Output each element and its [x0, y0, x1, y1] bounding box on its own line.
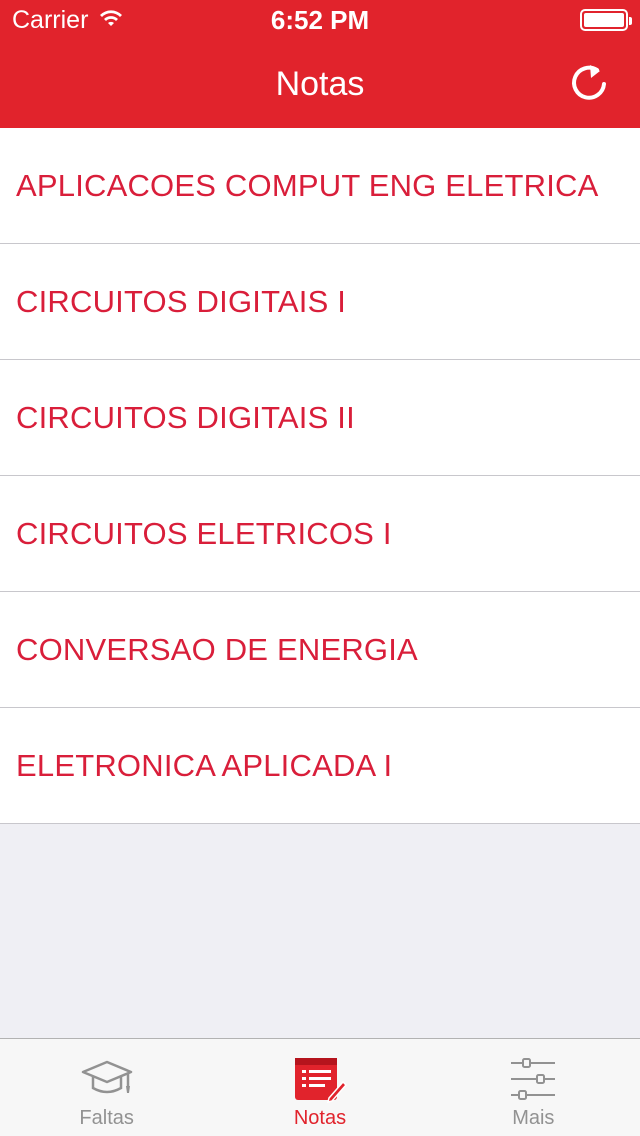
tab-label: Mais — [512, 1107, 555, 1129]
list-item[interactable]: CIRCUITOS ELETRICOS I — [0, 476, 640, 592]
list-item[interactable]: ELETRONICA APLICADA I — [0, 708, 640, 824]
carrier-label: Carrier — [12, 5, 89, 34]
list-item[interactable]: CIRCUITOS DIGITAIS II — [0, 360, 640, 476]
subject-label: ELETRONICA APLICADA I — [16, 747, 393, 783]
navigation-bar: Notas — [0, 40, 640, 128]
refresh-icon — [572, 65, 606, 100]
list-item[interactable]: CONVERSAO DE ENERGIA — [0, 592, 640, 708]
tab-faltas[interactable]: Faltas — [0, 1039, 213, 1136]
tab-notas[interactable]: Notas — [213, 1039, 426, 1136]
subject-label: APLICACOES COMPUT ENG ELETRICA — [16, 167, 599, 203]
subject-label: CIRCUITOS ELETRICOS I — [16, 515, 392, 551]
list-item[interactable]: APLICACOES COMPUT ENG ELETRICA — [0, 128, 640, 244]
status-bar: Carrier 6:52 PM — [0, 0, 640, 40]
status-left: Carrier — [12, 6, 124, 35]
subject-label: CIRCUITOS DIGITAIS I — [16, 283, 347, 319]
wifi-icon — [98, 6, 124, 35]
tab-label: Faltas — [79, 1107, 134, 1129]
refresh-button[interactable] — [568, 60, 612, 104]
notes-pencil-icon — [293, 1053, 347, 1105]
graduation-cap-icon — [80, 1053, 134, 1105]
battery-icon — [580, 9, 632, 31]
screen: Carrier 6:52 PM Notas APLICACOES COMPUT … — [0, 0, 640, 1136]
tab-mais[interactable]: Mais — [427, 1039, 640, 1136]
list-item[interactable]: CIRCUITOS DIGITAIS I — [0, 244, 640, 360]
header: Carrier 6:52 PM Notas — [0, 0, 640, 128]
subject-label: CONVERSAO DE ENERGIA — [16, 631, 418, 667]
subject-list: APLICACOES COMPUT ENG ELETRICA CIRCUITOS… — [0, 128, 640, 824]
tab-label: Notas — [293, 1107, 347, 1129]
page-title: Notas — [275, 64, 365, 103]
tab-bar: Faltas Notas Mais — [0, 1038, 640, 1136]
sliders-icon — [509, 1053, 557, 1105]
subject-label: CIRCUITOS DIGITAIS II — [16, 399, 355, 435]
